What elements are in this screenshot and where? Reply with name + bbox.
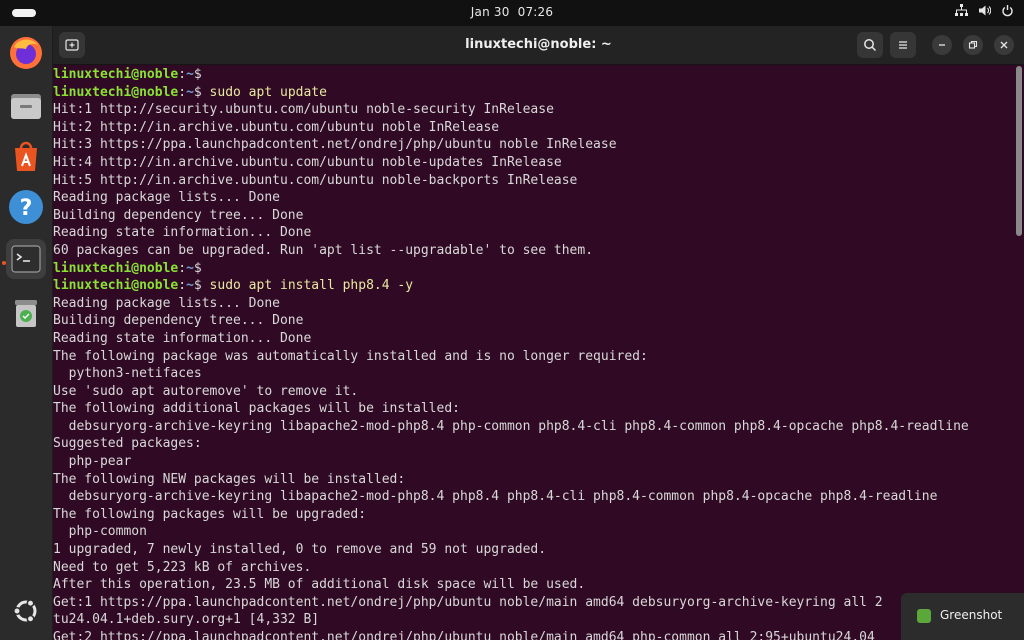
output-line: Reading package lists... Done [53, 295, 280, 311]
prompt-line: linuxtechi@noble:~$ sudo apt update [53, 84, 1013, 102]
output-line: php-pear [53, 454, 132, 470]
close-icon [1000, 41, 1008, 49]
network-icon[interactable] [954, 4, 968, 20]
close-button[interactable] [994, 35, 1014, 55]
dock-item-firefox[interactable] [6, 33, 46, 73]
output-line: Building dependency tree... Done [53, 313, 304, 329]
trash-icon [15, 300, 37, 327]
clock[interactable]: Jan 30 07:26 [0, 5, 1024, 19]
terminal-icon [11, 245, 41, 273]
output-line: debsuryorg-archive-keyring libapache2-mo… [53, 489, 938, 505]
prompt-separator: : [178, 84, 187, 100]
prompt-separator: : [178, 278, 187, 294]
output-line: Hit:1 http://security.ubuntu.com/ubuntu … [53, 102, 554, 118]
header-bar: linuxtechi@noble: ~ [53, 26, 1024, 65]
prompt-symbol: $ [193, 84, 210, 100]
volume-icon[interactable] [977, 4, 991, 20]
output-line: Reading package lists... Done [53, 190, 280, 206]
prompt-separator: : [178, 260, 187, 276]
greenshot-icon [917, 609, 931, 623]
prompt-user: linuxtechi@noble [53, 84, 179, 100]
output-line: Use 'sudo apt autoremove' to remove it. [53, 383, 359, 399]
prompt-path: ~ [186, 67, 194, 82]
output-line: The following additional packages will b… [53, 401, 460, 417]
scrollbar[interactable] [1016, 66, 1022, 236]
dock-item-app-center[interactable] [6, 136, 46, 176]
dock: ? [0, 26, 52, 640]
command-text: sudo apt install php8.4 -y [209, 278, 414, 294]
restore-button[interactable] [963, 35, 983, 55]
dock-item-terminal[interactable] [6, 239, 46, 279]
output-line: 1 upgraded, 7 newly installed, 0 to remo… [53, 542, 547, 558]
prompt-separator: : [178, 67, 187, 82]
output-line: The following NEW packages will be insta… [53, 471, 406, 487]
prompt-symbol: $ [193, 260, 210, 276]
ubuntu-logo-icon [13, 599, 37, 623]
terminal-output[interactable]: linuxtechi@noble:~$ linuxtechi@noble:~$ … [53, 66, 1013, 640]
output-line: debsuryorg-archive-keyring libapache2-mo… [53, 418, 969, 434]
terminal-window: linuxtechi@noble: ~ linuxtechi@noble:~$ … [53, 26, 1024, 640]
top-bar: Jan 30 07:26 [0, 0, 1024, 26]
output-line: Suggested packages: [53, 436, 202, 452]
prompt-line: linuxtechi@noble:~$ [53, 260, 1013, 278]
search-icon [864, 39, 877, 52]
output-line: Reading state information... Done [53, 225, 312, 241]
hamburger-icon [899, 41, 907, 49]
help-icon: ? [9, 190, 43, 224]
output-line: Reading state information... Done [53, 330, 312, 346]
greenshot-notification[interactable]: Greenshot [901, 593, 1024, 640]
prompt-path: ~ [186, 84, 194, 100]
menu-button[interactable] [890, 32, 916, 58]
dock-item-help[interactable]: ? [6, 187, 46, 227]
dock-item-files[interactable] [6, 85, 46, 125]
restore-icon [968, 40, 978, 49]
minimize-icon [939, 44, 945, 46]
show-apps-button[interactable] [6, 591, 46, 631]
prompt-line: linuxtechi@noble:~$ [53, 66, 1013, 84]
prompt-user: linuxtechi@noble [53, 260, 179, 276]
folder-icon [11, 94, 41, 119]
prompt-symbol: $ [193, 67, 210, 82]
svg-text:?: ? [20, 196, 33, 221]
prompt-path: ~ [186, 278, 194, 294]
notification-label: Greenshot [940, 608, 1003, 622]
firefox-icon [10, 37, 42, 69]
output-line: Need to get 5,223 kB of archives. [53, 559, 312, 575]
minimize-button[interactable] [932, 35, 952, 55]
command-text: sudo apt update [209, 84, 327, 100]
output-line: After this operation, 23.5 MB of additio… [53, 577, 586, 593]
prompt-line: linuxtechi@noble:~$ sudo apt install php… [53, 277, 1013, 295]
search-button[interactable] [857, 32, 883, 58]
prompt-user: linuxtechi@noble [53, 278, 179, 294]
prompt-symbol: $ [193, 278, 210, 294]
output-line: Hit:4 http://in.archive.ubuntu.com/ubunt… [53, 154, 562, 170]
clock-date: Jan 30 [470, 5, 510, 19]
output-line: tu24.04.1+deb.sury.org+1 [4,332 B] [53, 612, 320, 628]
output-line: The following packages will be upgraded: [53, 506, 367, 522]
store-icon [15, 141, 37, 171]
output-line: python3-netifaces [53, 366, 202, 382]
output-line: 60 packages can be upgraded. Run 'apt li… [53, 242, 594, 258]
output-line: Hit:5 http://in.archive.ubuntu.com/ubunt… [53, 172, 578, 188]
output-line: Get:2 https://ppa.launchpadcontent.net/o… [53, 630, 875, 640]
prompt-path: ~ [186, 260, 194, 276]
output-line: Hit:3 https://ppa.launchpadcontent.net/o… [53, 137, 617, 153]
output-line: Get:1 https://ppa.launchpadcontent.net/o… [53, 594, 883, 610]
output-line: The following package was automatically … [53, 348, 648, 364]
output-line: php-common [53, 524, 147, 540]
output-line: Building dependency tree... Done [53, 207, 304, 223]
clock-time: 07:26 [517, 5, 554, 19]
dock-item-trash[interactable] [6, 292, 46, 332]
output-line: Hit:2 http://in.archive.ubuntu.com/ubunt… [53, 119, 500, 135]
power-icon[interactable] [1000, 4, 1014, 20]
prompt-user: linuxtechi@noble [53, 67, 179, 82]
system-tray[interactable] [954, 4, 1014, 20]
